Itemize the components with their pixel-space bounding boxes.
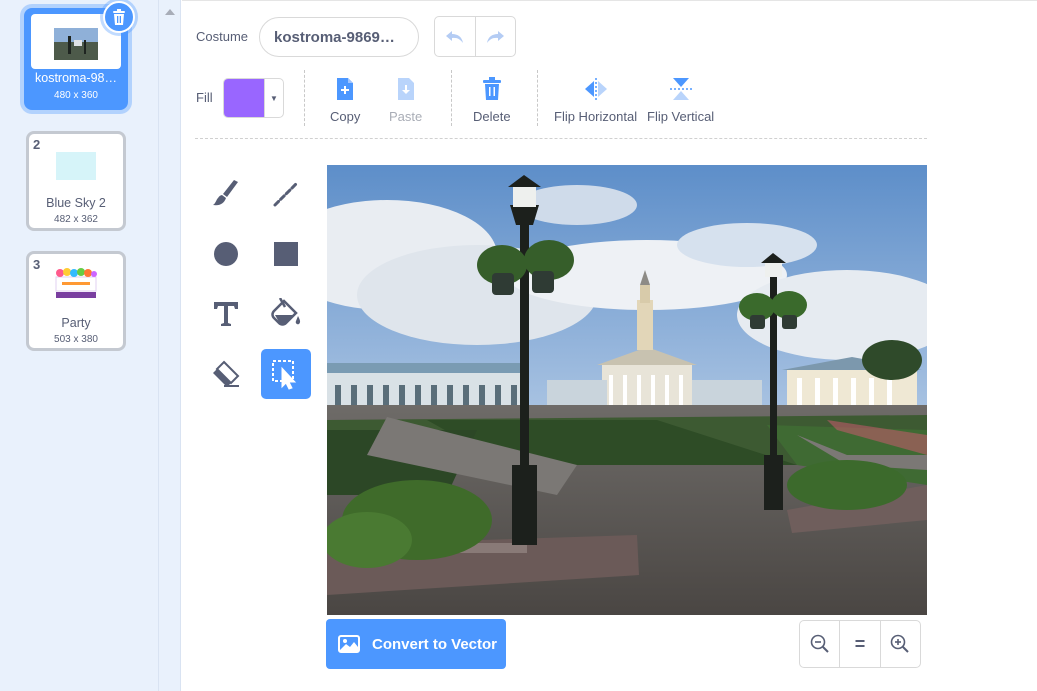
- paint-canvas[interactable]: [327, 165, 927, 615]
- fill-label: Fill: [196, 90, 213, 105]
- undo-redo-group: [434, 16, 516, 57]
- costume-size: 503 x 380: [54, 334, 98, 345]
- costume-name: kostroma-98…: [35, 71, 117, 85]
- brush-tool[interactable]: [201, 169, 251, 219]
- line-tool[interactable]: [261, 169, 311, 219]
- toolbar-divider-horizontal: [195, 138, 927, 139]
- paste-icon: [397, 78, 414, 100]
- convert-to-vector-label: Convert to Vector: [372, 635, 498, 653]
- costume-thumbnail: [54, 28, 98, 60]
- zoom-out-button[interactable]: [800, 621, 839, 667]
- undo-icon: [445, 30, 463, 43]
- brush-icon: [213, 180, 238, 206]
- delete-button[interactable]: Delete: [473, 76, 511, 124]
- copy-label: Copy: [330, 109, 361, 124]
- costume-name-input[interactable]: kostroma-9869…: [259, 17, 419, 57]
- image-icon: [338, 635, 360, 653]
- copy-button[interactable]: Copy: [330, 76, 360, 124]
- zoom-reset-button[interactable]: =: [839, 621, 879, 667]
- zoom-in-icon: [891, 634, 910, 653]
- top-divider: [182, 0, 1037, 1]
- dropdown-arrow-icon: ▼: [264, 79, 283, 117]
- toolbar-divider: [304, 70, 305, 126]
- text-icon: [214, 302, 238, 326]
- costume-list: 1 kostroma-98… 480 x 360 2 Blue Sky 2 48…: [0, 0, 159, 691]
- zoom-reset-label: =: [854, 633, 866, 654]
- flip-vertical-icon: [669, 78, 692, 100]
- flip-horizontal-icon: [584, 78, 607, 100]
- delete-costume-button[interactable]: [103, 1, 135, 33]
- fill-color-swatch: [224, 79, 264, 117]
- scroll-up-arrow-icon[interactable]: [165, 9, 175, 15]
- costume-bitmap-image: [327, 165, 927, 615]
- costume-name: Blue Sky 2: [46, 196, 106, 210]
- costume-item-2[interactable]: 2 Blue Sky 2 482 x 362: [26, 131, 126, 231]
- paste-button[interactable]: Paste: [389, 76, 422, 124]
- paste-label: Paste: [389, 109, 423, 124]
- toolbar-divider: [451, 70, 452, 126]
- circle-tool[interactable]: [201, 229, 251, 279]
- costume-number: 3: [33, 257, 41, 272]
- copy-icon: [337, 78, 354, 100]
- costume-item-1[interactable]: 1 kostroma-98… 480 x 360: [24, 1, 135, 110]
- paint-editor: Costume kostroma-9869… Fill ▼ Copy Paste…: [182, 0, 1037, 691]
- zoom-controls: =: [799, 620, 921, 668]
- circle-icon: [214, 242, 238, 266]
- zoom-in-button[interactable]: [879, 621, 920, 667]
- costume-size: 480 x 360: [54, 90, 98, 101]
- redo-button[interactable]: [474, 17, 516, 56]
- trash-icon: [113, 8, 125, 25]
- costume-number: 2: [33, 137, 41, 152]
- paint-editor-screen: 1 kostroma-98… 480 x 360 2 Blue Sky 2 48…: [0, 0, 1037, 691]
- redo-icon: [487, 30, 505, 43]
- line-icon: [273, 181, 299, 207]
- select-cursor-icon: [272, 360, 297, 390]
- costume-number: 1: [31, 14, 39, 29]
- costume-thumbnail: [55, 268, 97, 298]
- fill-color-picker[interactable]: ▼: [223, 78, 284, 118]
- toolbar-divider: [537, 70, 538, 126]
- undo-button[interactable]: [435, 17, 475, 56]
- costume-name: Party: [61, 316, 91, 330]
- trash-icon: [482, 77, 501, 100]
- zoom-out-icon: [810, 634, 829, 653]
- fill-tool[interactable]: [261, 289, 311, 339]
- rectangle-tool[interactable]: [261, 229, 311, 279]
- select-tool[interactable]: [261, 349, 311, 399]
- eraser-tool[interactable]: [201, 349, 251, 399]
- costume-label: Costume: [196, 29, 249, 44]
- eraser-icon: [213, 360, 240, 387]
- costume-thumbnail: [56, 152, 96, 180]
- paint-bucket-icon: [271, 298, 301, 326]
- flip-horizontal-button[interactable]: Flip Horizontal: [554, 76, 637, 124]
- flip-vertical-label: Flip Vertical: [647, 109, 715, 124]
- convert-to-vector-button[interactable]: Convert to Vector: [326, 619, 506, 669]
- rectangle-icon: [274, 242, 298, 266]
- flip-vertical-button[interactable]: Flip Vertical: [647, 76, 714, 124]
- text-tool[interactable]: [201, 289, 251, 339]
- flip-horizontal-label: Flip Horizontal: [554, 109, 638, 124]
- costume-size: 482 x 362: [54, 214, 98, 225]
- costume-list-scrollbar[interactable]: [159, 0, 181, 691]
- delete-label: Delete: [473, 109, 511, 124]
- costume-item-3[interactable]: 3 Party 503 x 380: [26, 251, 126, 351]
